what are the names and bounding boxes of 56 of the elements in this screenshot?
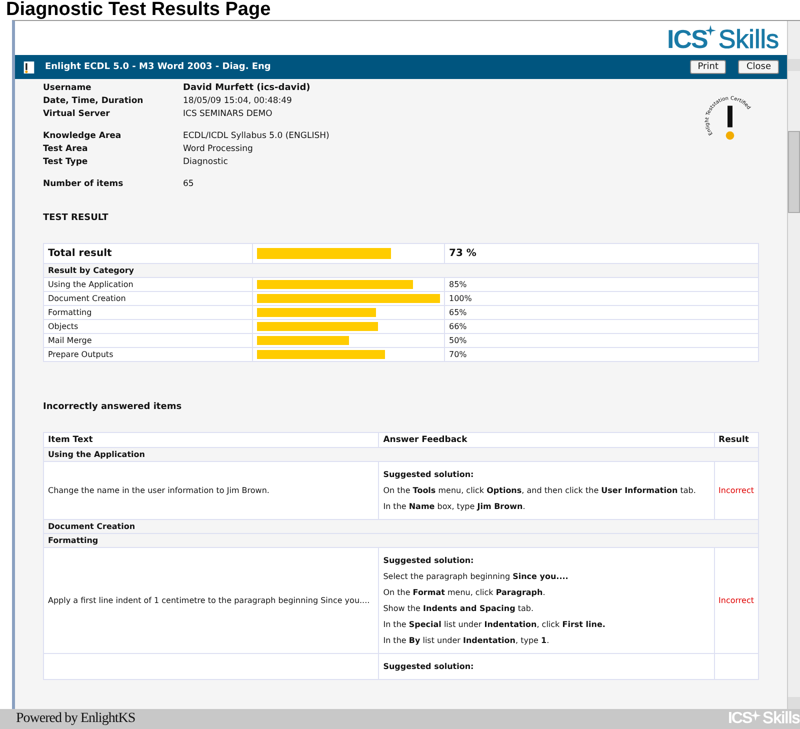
table-cell: 73 % [444,244,758,264]
field-label: Number of items [43,179,124,189]
table-cell: Prepare Outputs [44,348,252,362]
field-label: Virtual Server [43,109,111,119]
field-value: ECDL/ICDL Syllabus 5.0 (ENGLISH) [183,131,330,141]
feedback-text: Suggested solution: [383,469,475,480]
feedback-text: Select the paragraph beginning Since you.... [383,571,570,582]
scrollbar[interactable] [787,21,800,709]
table-cell: Mail Merge [44,334,252,348]
table-cell: Formatting [44,534,758,548]
field-value: 65 [183,179,195,189]
table-cell: 85% [444,278,758,292]
field-value: ICS SEMINARS DEMO [183,109,274,119]
field-label: Username [43,83,92,93]
field-value: Word Processing [183,144,254,154]
feedback-text: Suggested solution: [383,555,475,566]
table-cell: Using the Application [44,278,252,292]
table-cell: Document Creation [44,292,252,306]
feedback-text: Suggested solution: [383,661,475,672]
field-label: Test Area [43,144,89,154]
table-cell: Objects [44,320,252,334]
table-cell: 65% [444,306,758,320]
field-label: Knowledge Area [43,131,122,141]
section-heading: TEST RESULT [43,213,110,223]
logo: ICS Skills [666,25,779,53]
feedback-text: In the By list under Indentation, type 1. [383,635,550,646]
field-value: 18/05/09 15:04, 00:48:49 [183,96,293,106]
table-cell: Document Creation [44,520,758,534]
column-header: Answer Feedback [378,432,714,448]
toolbar-button[interactable]: Close [738,60,779,74]
table-cell: Apply a first line indent of 1 centimetre to the paragraph beginning Since you.... [44,548,379,654]
table-cell: Using the Application [44,448,758,462]
section-heading: Incorrectly answered items [43,402,183,412]
table-cell: Total result [44,244,252,264]
feedback-text: On the Format menu, click Paragraph. [383,587,546,598]
document-icon [23,60,35,74]
toolbar-button[interactable]: Print [690,60,726,74]
field-label: Date, Time, Duration [43,96,144,106]
feedback-text: In the Special list under Indentation, click First line. [383,619,606,630]
page-title: Diagnostic Test Results Page [6,0,272,20]
table-cell: Incorrect [714,548,758,654]
table-cell: 50% [444,334,758,348]
window-title: Enlight ECDL 5.0 - M3 Word 2003 - Diag. Eng [45,62,272,72]
footer-text: Powered by EnlightKS [16,711,136,727]
field-value: Diagnostic [183,157,229,167]
feedback-text: In the Name box, type Jim Brown. [383,501,526,512]
table-cell: 100% [444,292,758,306]
column-header: Item Text [44,432,379,448]
field-label: Test Type [43,157,89,167]
table-cell: 66% [444,320,758,334]
table-cell: Formatting [44,306,252,320]
feedback-text: On the Tools menu, click Options, and then click the User Information tab. [383,485,697,496]
field-value: David Murfett (ics-david) [183,83,312,93]
table-cell: 70% [444,348,758,362]
table-cell: Result by Category [44,264,758,278]
feedback-text: Show the Indents and Spacing tab. [383,603,535,614]
